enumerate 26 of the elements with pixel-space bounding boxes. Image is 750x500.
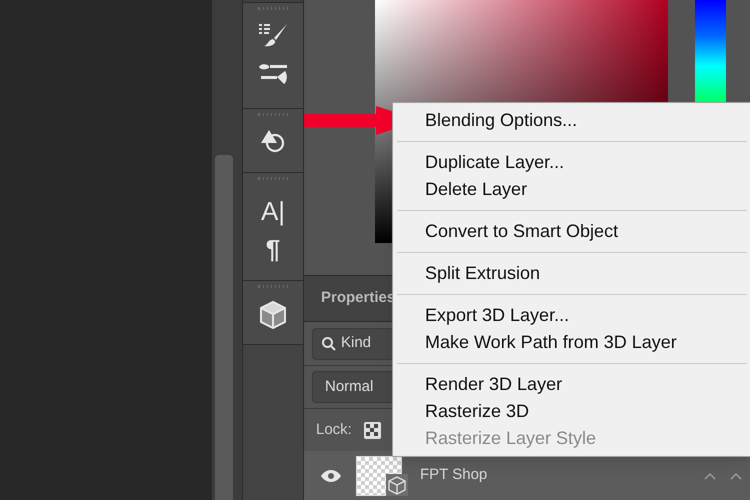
brush-presets-icon[interactable] xyxy=(257,22,289,48)
cube-badge-icon xyxy=(386,474,408,496)
menu-item[interactable]: Delete Layer xyxy=(397,176,747,203)
history-icon[interactable] xyxy=(259,128,287,154)
lock-transparency-icon[interactable] xyxy=(364,422,381,438)
layer-row[interactable]: FPT Shop xyxy=(304,451,750,500)
menu-item[interactable]: Export 3D Layer... xyxy=(397,302,747,329)
menu-item[interactable]: Blending Options... xyxy=(397,107,747,134)
grip-icon[interactable] xyxy=(258,7,288,10)
scrollbar-thumb[interactable] xyxy=(215,155,233,500)
paragraph-icon[interactable]: ¶ xyxy=(266,234,280,264)
lock-label: Lock: xyxy=(316,420,352,440)
character-icon[interactable]: A| xyxy=(260,196,286,226)
menu-item[interactable]: Duplicate Layer... xyxy=(397,149,747,176)
layer-name: FPT Shop xyxy=(420,465,488,486)
cube-icon[interactable] xyxy=(259,300,287,330)
grip-icon[interactable] xyxy=(258,285,288,288)
chevron-up-icon[interactable] xyxy=(704,472,716,480)
search-icon xyxy=(321,336,337,352)
menu-item[interactable]: Split Extrusion xyxy=(397,260,747,287)
eye-icon[interactable] xyxy=(320,468,342,482)
chevron-up-icon[interactable] xyxy=(730,472,742,480)
grip-icon[interactable] xyxy=(258,113,288,116)
grip-icon[interactable] xyxy=(258,177,288,180)
properties-tab[interactable]: Properties xyxy=(321,287,396,310)
menu-item[interactable]: Convert to Smart Object xyxy=(397,218,747,245)
